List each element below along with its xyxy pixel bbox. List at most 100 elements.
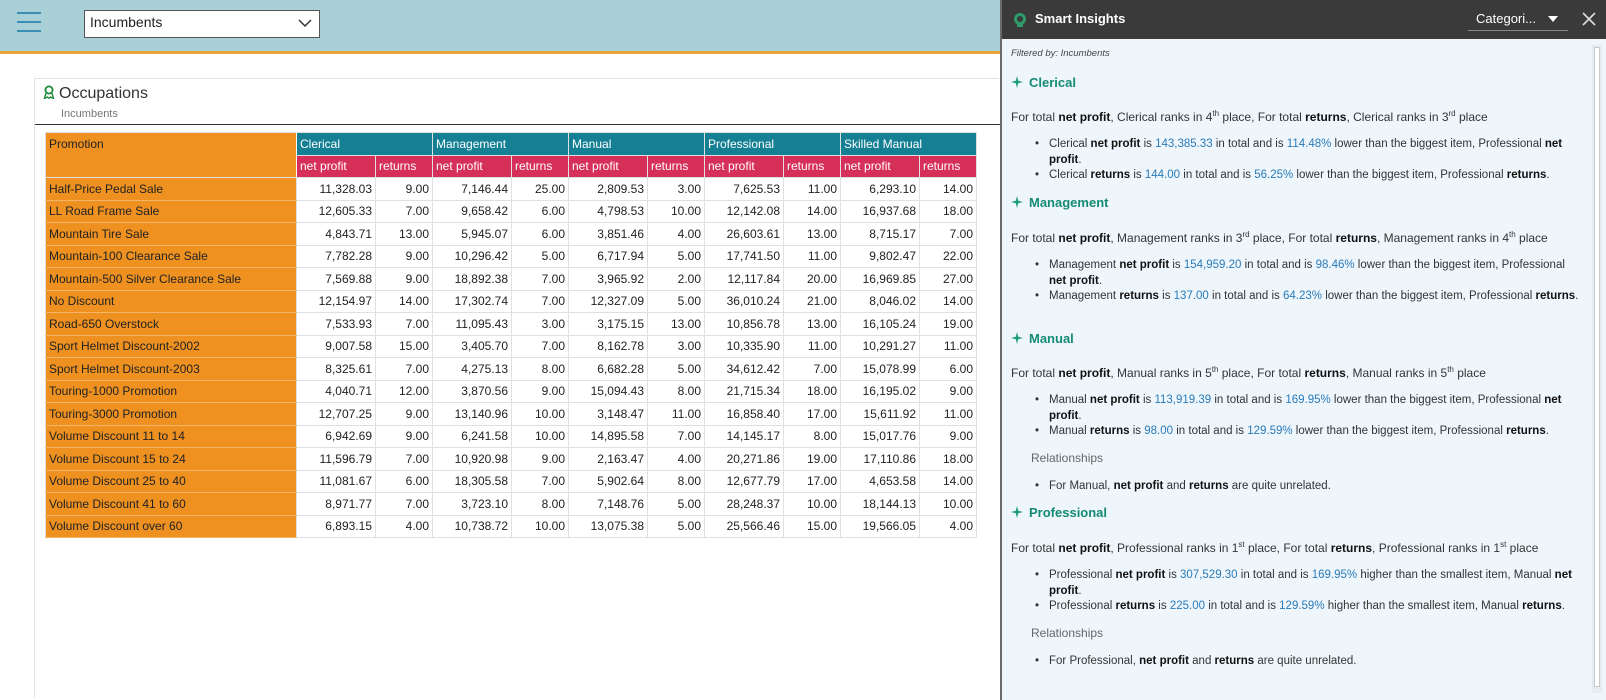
cell-net-profit[interactable]: 10,291.27	[840, 334, 920, 358]
cell-returns[interactable]: 9.00	[511, 379, 569, 403]
cell-returns[interactable]: 5.00	[647, 289, 705, 313]
cell-returns[interactable]: 18.00	[919, 447, 977, 471]
cell-returns[interactable]: 12.00	[375, 379, 433, 403]
cell-returns[interactable]: 10.00	[511, 514, 569, 538]
cell-net-profit[interactable]: 11,328.03	[296, 177, 376, 201]
cell-returns[interactable]: 7.00	[511, 289, 569, 313]
cell-returns[interactable]: 10.00	[919, 492, 977, 516]
cell-net-profit[interactable]: 8,715.17	[840, 222, 920, 246]
row-label[interactable]: Touring-1000 Promotion	[45, 379, 297, 403]
cell-net-profit[interactable]: 10,738.72	[432, 514, 512, 538]
cell-net-profit[interactable]: 15,017.76	[840, 424, 920, 448]
cell-net-profit[interactable]: 15,094.43	[568, 379, 648, 403]
measure-header-net-profit[interactable]: net profit	[840, 154, 920, 178]
measure-header-net-profit[interactable]: net profit	[432, 154, 512, 178]
cell-net-profit[interactable]: 6,893.15	[296, 514, 376, 538]
cell-returns[interactable]: 22.00	[919, 244, 977, 268]
cell-net-profit[interactable]: 20,271.86	[704, 447, 784, 471]
cell-net-profit[interactable]: 13,140.96	[432, 402, 512, 426]
cell-net-profit[interactable]: 19,566.05	[840, 514, 920, 538]
cell-returns[interactable]: 8.00	[647, 379, 705, 403]
cell-returns[interactable]: 19.00	[783, 447, 841, 471]
cell-returns[interactable]: 7.00	[375, 199, 433, 223]
cell-net-profit[interactable]: 11,081.67	[296, 469, 376, 493]
cell-net-profit[interactable]: 5,902.64	[568, 469, 648, 493]
cell-returns[interactable]: 15.00	[783, 514, 841, 538]
panel-scrollbar[interactable]	[1592, 45, 1602, 693]
cell-net-profit[interactable]: 16,105.24	[840, 312, 920, 336]
cell-returns[interactable]: 5.00	[647, 244, 705, 268]
cell-returns[interactable]: 25.00	[511, 177, 569, 201]
cell-returns[interactable]: 9.00	[919, 424, 977, 448]
cell-net-profit[interactable]: 8,046.02	[840, 289, 920, 313]
section-header-manual[interactable]: Manual	[1011, 331, 1074, 346]
cell-net-profit[interactable]: 4,843.71	[296, 222, 376, 246]
cell-net-profit[interactable]: 6,717.94	[568, 244, 648, 268]
cell-net-profit[interactable]: 11,596.79	[296, 447, 376, 471]
cell-returns[interactable]: 9.00	[375, 267, 433, 291]
cell-net-profit[interactable]: 18,144.13	[840, 492, 920, 516]
row-label[interactable]: Volume Discount 41 to 60	[45, 492, 297, 516]
cell-returns[interactable]: 11.00	[919, 334, 977, 358]
cell-returns[interactable]: 10.00	[511, 402, 569, 426]
cell-net-profit[interactable]: 4,040.71	[296, 379, 376, 403]
category-select[interactable]: Categori...	[1468, 8, 1568, 31]
cell-net-profit[interactable]: 36,010.24	[704, 289, 784, 313]
cell-returns[interactable]: 7.00	[375, 447, 433, 471]
cell-net-profit[interactable]: 12,117.84	[704, 267, 784, 291]
cell-net-profit[interactable]: 16,858.40	[704, 402, 784, 426]
cell-net-profit[interactable]: 8,971.77	[296, 492, 376, 516]
group-header-clerical[interactable]: Clerical	[296, 132, 433, 156]
measure-header-returns[interactable]: returns	[375, 154, 433, 178]
cell-net-profit[interactable]: 17,741.50	[704, 244, 784, 268]
row-label[interactable]: No Discount	[45, 289, 297, 313]
cell-returns[interactable]: 18.00	[783, 379, 841, 403]
cell-net-profit[interactable]: 25,566.46	[704, 514, 784, 538]
cell-returns[interactable]: 6.00	[375, 469, 433, 493]
cell-returns[interactable]: 10.00	[647, 199, 705, 223]
cell-net-profit[interactable]: 18,305.58	[432, 469, 512, 493]
cell-net-profit[interactable]: 16,969.85	[840, 267, 920, 291]
measure-header-returns[interactable]: returns	[511, 154, 569, 178]
cell-returns[interactable]: 7.00	[511, 334, 569, 358]
row-label[interactable]: Mountain Tire Sale	[45, 222, 297, 246]
cell-net-profit[interactable]: 8,325.61	[296, 357, 376, 381]
cell-net-profit[interactable]: 3,965.92	[568, 267, 648, 291]
cell-returns[interactable]: 7.00	[783, 357, 841, 381]
cell-net-profit[interactable]: 4,653.58	[840, 469, 920, 493]
cell-net-profit[interactable]: 3,851.46	[568, 222, 648, 246]
section-header-clerical[interactable]: Clerical	[1011, 75, 1076, 90]
row-label[interactable]: Volume Discount 11 to 14	[45, 424, 297, 448]
cell-returns[interactable]: 7.00	[919, 222, 977, 246]
cell-returns[interactable]: 11.00	[783, 244, 841, 268]
cell-net-profit[interactable]: 9,007.58	[296, 334, 376, 358]
cell-returns[interactable]: 13.00	[783, 222, 841, 246]
row-label[interactable]: Mountain-500 Silver Clearance Sale	[45, 267, 297, 291]
cell-net-profit[interactable]: 10,335.90	[704, 334, 784, 358]
row-label[interactable]: Volume Discount 25 to 40	[45, 469, 297, 493]
cell-returns[interactable]: 19.00	[919, 312, 977, 336]
cell-net-profit[interactable]: 5,945.07	[432, 222, 512, 246]
cell-returns[interactable]: 11.00	[919, 402, 977, 426]
cell-net-profit[interactable]: 8,162.78	[568, 334, 648, 358]
cell-net-profit[interactable]: 9,802.47	[840, 244, 920, 268]
cell-returns[interactable]: 7.00	[375, 312, 433, 336]
hamburger-menu-icon[interactable]	[17, 12, 41, 36]
cell-returns[interactable]: 3.00	[647, 334, 705, 358]
cell-net-profit[interactable]: 6,682.28	[568, 357, 648, 381]
cell-net-profit[interactable]: 2,809.53	[568, 177, 648, 201]
measure-header-returns[interactable]: returns	[647, 154, 705, 178]
cell-returns[interactable]: 17.00	[783, 469, 841, 493]
row-label[interactable]: Road-650 Overstock	[45, 312, 297, 336]
cell-net-profit[interactable]: 10,296.42	[432, 244, 512, 268]
scope-dropdown[interactable]: Incumbents	[84, 10, 320, 38]
cell-returns[interactable]: 14.00	[919, 177, 977, 201]
group-header-management[interactable]: Management	[432, 132, 569, 156]
cell-returns[interactable]: 9.00	[375, 177, 433, 201]
cell-net-profit[interactable]: 6,942.69	[296, 424, 376, 448]
cell-net-profit[interactable]: 15,611.92	[840, 402, 920, 426]
cell-net-profit[interactable]: 26,603.61	[704, 222, 784, 246]
measure-header-returns[interactable]: returns	[919, 154, 977, 178]
row-label[interactable]: Volume Discount over 60	[45, 514, 297, 538]
cell-net-profit[interactable]: 2,163.47	[568, 447, 648, 471]
